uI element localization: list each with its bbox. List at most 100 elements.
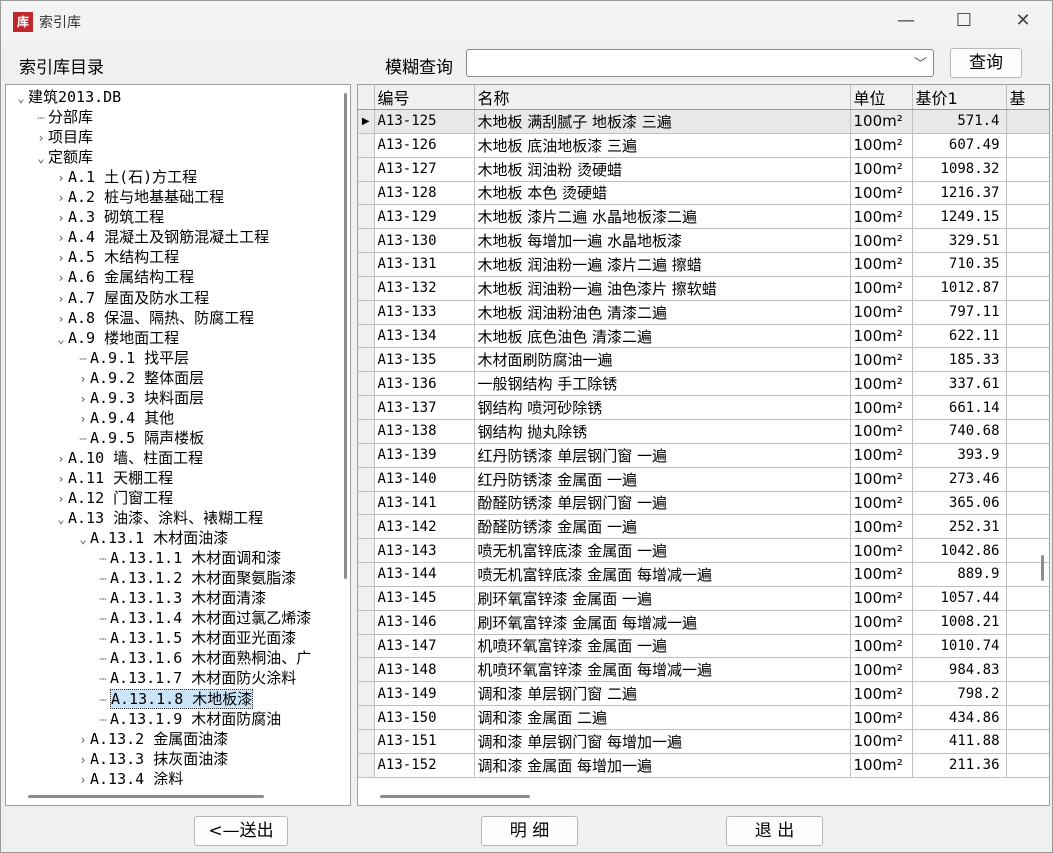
collapse-icon[interactable]: ⌄ [76, 529, 90, 549]
expand-icon[interactable]: › [54, 309, 68, 329]
detail-button[interactable]: 明 细 [481, 816, 578, 846]
tree-item[interactable]: ⌄ A.13 油漆、涂料、裱糊工程 [54, 508, 263, 528]
tree-vertical-scrollbar[interactable] [344, 93, 347, 579]
column-header-price1[interactable]: 基价1 [912, 85, 1007, 110]
expand-icon[interactable]: › [54, 489, 68, 509]
tree-item[interactable]: › A.5 木结构工程 [54, 247, 179, 267]
table-row[interactable]: A13-134 木地板 底色油色 清漆二遍 100m² 622.11 [358, 324, 1049, 349]
tree-item[interactable]: › A.9.2 整体面层 [76, 368, 204, 388]
tree-item[interactable]: ┄ A.13.1.4 木材面过氯乙烯漆 [96, 608, 311, 628]
table-row[interactable]: A13-139 红丹防锈漆 单层钢门窗 一遍 100m² 393.9 [358, 443, 1049, 468]
tree-item[interactable]: › A.8 保温、隔热、防腐工程 [54, 308, 254, 328]
grid-horizontal-scrollbar[interactable] [380, 795, 530, 798]
column-header-name[interactable]: 名称 [474, 85, 851, 110]
close-button[interactable]: ✕ [993, 1, 1053, 41]
table-row[interactable]: A13-129 木地板 漆片二遍 水晶地板漆二遍 100m² 1249.15 [358, 204, 1049, 230]
tree-item[interactable]: › A.6 金属结构工程 [54, 267, 194, 287]
tree-item[interactable]: ┄ A.13.1.3 木材面清漆 [96, 588, 266, 608]
expand-icon[interactable]: › [54, 188, 68, 208]
column-header-base[interactable]: 基 [1006, 85, 1049, 110]
tree-item[interactable]: ┄ A.9.5 隔声楼板 [76, 428, 204, 448]
chevron-down-icon[interactable]: ﹀ [914, 53, 927, 72]
expand-icon[interactable]: › [54, 469, 68, 489]
tree-item[interactable]: ┄ A.13.1.9 木材面防腐油 [96, 709, 281, 729]
query-button[interactable]: 查询 [950, 48, 1022, 78]
table-row[interactable]: A13-144 喷无机富锌底漆 金属面 每增减一遍 100m² 889.9 [358, 562, 1049, 587]
table-row[interactable]: ▶ A13-125 木地板 满刮腻子 地板漆 三遍 100m² 571.4 [358, 109, 1049, 134]
column-header-code[interactable]: 编号 [374, 85, 475, 110]
table-row[interactable]: A13-150 调和漆 金属面 二遍 100m² 434.86 [358, 705, 1049, 730]
tree-item[interactable]: ⌄ A.13.1 木材面油漆 [76, 528, 228, 548]
table-row[interactable]: A13-133 木地板 润油粉油色 清漆二遍 100m² 797.11 [358, 300, 1049, 325]
send-button[interactable]: <—送出 [194, 816, 288, 846]
column-header-unit[interactable]: 单位 [850, 85, 913, 110]
table-row[interactable]: A13-136 一般钢结构 手工除锈 100m² 337.61 [358, 371, 1049, 397]
exit-button[interactable]: 退 出 [726, 816, 823, 846]
expand-icon[interactable]: › [76, 770, 90, 785]
tree-item[interactable]: ┄ A.9.1 找平层 [76, 348, 189, 368]
table-row[interactable]: A13-142 酚醛防锈漆 金属面 一遍 100m² 252.31 [358, 514, 1049, 540]
table-row[interactable]: A13-143 喷无机富锌底漆 金属面 一遍 100m² 1042.86 [358, 538, 1049, 564]
tree-item[interactable]: › A.13.3 抹灰面油漆 [76, 749, 228, 769]
table-row[interactable]: A13-151 调和漆 单层钢门窗 每增加一遍 100m² 411.88 [358, 729, 1049, 754]
tree-item[interactable]: ⌄ 建筑2013.DB [14, 87, 121, 107]
tree-item[interactable]: › A.13.4 涂料 [76, 769, 183, 785]
expand-icon[interactable]: › [54, 268, 68, 288]
expand-icon[interactable]: › [54, 228, 68, 248]
table-row[interactable]: A13-149 调和漆 单层钢门窗 二遍 100m² 798.2 [358, 681, 1049, 707]
tree-item[interactable]: ┄ A.13.1.5 木材面亚光面漆 [96, 628, 296, 648]
table-row[interactable]: A13-146 刷环氧富锌漆 金属面 每增减一遍 100m² 1008.21 [358, 610, 1049, 635]
tree-item[interactable]: ┄ A.13.1.8 木地板漆 [96, 688, 254, 709]
grid-vertical-scrollbar[interactable] [1041, 555, 1044, 581]
expand-icon[interactable]: › [76, 389, 90, 409]
table-row[interactable]: A13-140 红丹防锈漆 金属面 一遍 100m² 273.46 [358, 467, 1049, 492]
table-row[interactable]: A13-128 木地板 本色 烫硬蜡 100m² 1216.37 [358, 181, 1049, 206]
tree-item[interactable]: › 项目库 [34, 127, 93, 147]
table-row[interactable]: A13-130 木地板 每增加一遍 水晶地板漆 100m² 329.51 [358, 228, 1049, 254]
tree-item[interactable]: ┄ A.13.1.7 木材面防火涂料 [96, 668, 296, 688]
tree-item[interactable]: › A.9.4 其他 [76, 408, 174, 428]
collapse-icon[interactable]: ⌄ [34, 148, 48, 168]
tree-item[interactable]: › A.9.3 块料面层 [76, 388, 204, 408]
expand-icon[interactable]: › [54, 248, 68, 268]
expand-icon[interactable]: › [76, 369, 90, 389]
fuzzy-search-combobox[interactable]: ﹀ [466, 49, 934, 77]
tree-item[interactable]: › A.3 砌筑工程 [54, 207, 164, 227]
tree-item[interactable]: › A.4 混凝土及钢筋混凝土工程 [54, 227, 269, 247]
collapse-icon[interactable]: ⌄ [14, 88, 28, 108]
table-row[interactable]: A13-131 木地板 润油粉一遍 漆片二遍 擦蜡 100m² 710.35 [358, 252, 1049, 277]
tree-item[interactable]: ⌄ A.9 楼地面工程 [54, 328, 179, 348]
table-row[interactable]: A13-135 木材面刷防腐油一遍 100m² 185.33 [358, 347, 1049, 373]
table-row[interactable]: A13-152 调和漆 金属面 每增加一遍 100m² 211.36 [358, 753, 1049, 778]
tree-item[interactable]: ┄ A.13.1.1 木材面调和漆 [96, 548, 281, 568]
tree-item[interactable]: › A.1 土(石)方工程 [54, 167, 197, 187]
tree-item[interactable]: ⌄ 定额库 [34, 147, 93, 167]
table-row[interactable]: A13-147 机喷环氧富锌漆 金属面 一遍 100m² 1010.74 [358, 634, 1049, 659]
table-row[interactable]: A13-148 机喷环氧富锌漆 金属面 每增减一遍 100m² 984.83 [358, 657, 1049, 683]
tree-item[interactable]: ┄ A.13.1.6 木材面熟桐油、广 [96, 648, 311, 668]
tree-item[interactable]: › A.7 屋面及防水工程 [54, 288, 209, 308]
expand-icon[interactable]: › [54, 289, 68, 309]
tree-item[interactable]: ┄ 分部库 [34, 107, 93, 127]
table-row[interactable]: A13-127 木地板 润油粉 烫硬蜡 100m² 1098.32 [358, 157, 1049, 182]
tree-item[interactable]: › A.12 门窗工程 [54, 488, 173, 508]
expand-icon[interactable]: › [76, 750, 90, 770]
expand-icon[interactable]: › [34, 128, 48, 148]
minimize-button[interactable]: — [876, 1, 936, 41]
table-row[interactable]: A13-141 酚醛防锈漆 单层钢门窗 一遍 100m² 365.06 [358, 491, 1049, 516]
tree-item[interactable]: › A.13.2 金属面油漆 [76, 729, 228, 749]
tree-horizontal-scrollbar[interactable] [28, 795, 264, 798]
expand-icon[interactable]: › [54, 449, 68, 469]
collapse-icon[interactable]: ⌄ [54, 329, 68, 349]
maximize-button[interactable]: ☐ [934, 1, 994, 41]
expand-icon[interactable]: › [54, 168, 68, 188]
table-row[interactable]: A13-132 木地板 润油粉一遍 油色漆片 擦软蜡 100m² 1012.87 [358, 276, 1049, 301]
catalog-tree[interactable]: ⌄ 建筑2013.DB ┄ 分部库 › 项目库 ⌄ 定额库 › A.1 土(石)方工程 › A.2 桩… [6, 85, 336, 785]
tree-item[interactable]: ┄ A.13.1.2 木材面聚氨脂漆 [96, 568, 296, 588]
expand-icon[interactable]: › [54, 208, 68, 228]
tree-item[interactable]: › A.11 天棚工程 [54, 468, 173, 488]
tree-item[interactable]: › A.2 桩与地基基础工程 [54, 187, 224, 207]
table-row[interactable]: A13-126 木地板 底油地板漆 三遍 100m² 607.49 [358, 133, 1049, 158]
table-row[interactable]: A13-138 钢结构 抛丸除锈 100m² 740.68 [358, 419, 1049, 444]
collapse-icon[interactable]: ⌄ [54, 509, 68, 529]
